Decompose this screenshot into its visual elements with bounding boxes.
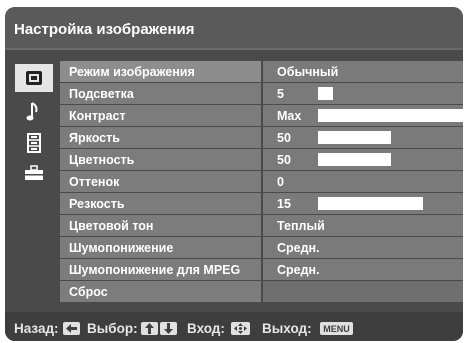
setting-value-row: 5 xyxy=(263,83,463,104)
settings-labels: Режим изображения Подсветка Контраст Ярк… xyxy=(60,61,261,303)
enter-hint-label: Вход: xyxy=(187,321,225,336)
level-bar xyxy=(318,153,391,166)
back-hint-label: Назад: xyxy=(14,321,59,336)
setting-label: Яркость xyxy=(69,131,120,145)
list-item[interactable]: Цветность xyxy=(60,149,261,170)
sidebar xyxy=(15,61,53,305)
setting-value-row: 50 xyxy=(263,127,463,148)
list-item[interactable]: Шумопонижение для MPEG xyxy=(60,259,261,280)
list-item[interactable]: Подсветка xyxy=(60,83,261,104)
tv-menu-screen: Настройка изображения Режим изображения … xyxy=(5,7,463,341)
level-bar xyxy=(318,197,423,210)
setting-value: Средн. xyxy=(277,263,320,277)
sidebar-item-sound[interactable] xyxy=(15,98,53,126)
select-hint-label: Выбор: xyxy=(87,321,138,336)
setting-value-row: 0 xyxy=(263,171,463,192)
list-item[interactable]: Яркость xyxy=(60,127,261,148)
up-arrow-key-icon xyxy=(141,322,158,335)
setting-label: Резкость xyxy=(69,197,125,211)
settings-values: Обычный 5 Max 50 50 0 15 Теплый Средн. С… xyxy=(263,61,463,303)
setting-value: Теплый xyxy=(277,219,325,233)
film-icon xyxy=(27,133,41,153)
list-item[interactable]: Резкость xyxy=(60,193,261,214)
toolbox-icon xyxy=(25,165,43,180)
setting-value-row: Обычный xyxy=(263,61,463,82)
down-arrow-key-icon xyxy=(160,322,177,335)
list-item[interactable]: Сброс xyxy=(60,281,261,302)
setting-value-row: Теплый xyxy=(263,215,463,236)
list-item[interactable]: Режим изображения xyxy=(60,61,261,82)
level-bar xyxy=(318,131,391,144)
page-title: Настройка изображения xyxy=(14,21,195,38)
level-bar xyxy=(318,87,333,100)
setting-label: Режим изображения xyxy=(69,65,195,79)
setting-value-row: Средн. xyxy=(263,259,463,280)
setting-value: 50 xyxy=(277,153,291,167)
left-arrow-key-icon xyxy=(63,322,80,335)
menu-key-icon: MENU xyxy=(320,322,353,335)
setting-value: 50 xyxy=(277,131,291,145)
setting-value-row xyxy=(263,281,463,302)
setting-value-row: Средн. xyxy=(263,237,463,258)
setting-label: Шумопонижение xyxy=(69,241,174,255)
setting-label: Шумопонижение для MPEG xyxy=(69,263,241,277)
setting-value: Средн. xyxy=(277,241,320,255)
list-item[interactable]: Цветовой тон xyxy=(60,215,261,236)
setting-label: Сброс xyxy=(69,285,108,299)
footer-help-bar: Назад: Выбор: Вход: Выход: MENU xyxy=(5,312,463,341)
music-note-icon xyxy=(26,102,38,121)
setting-value: 0 xyxy=(277,175,284,189)
list-item[interactable]: Контраст xyxy=(60,105,261,126)
setting-value: 5 xyxy=(277,87,284,101)
setting-label: Оттенок xyxy=(69,175,120,189)
setting-value-row: 50 xyxy=(263,149,463,170)
picture-icon xyxy=(26,71,42,85)
list-item[interactable]: Шумопонижение xyxy=(60,237,261,258)
sidebar-item-channels[interactable] xyxy=(15,129,53,157)
setting-value-row: 15 xyxy=(263,193,463,214)
setting-value-row: Max xyxy=(263,105,463,126)
sidebar-item-setup[interactable] xyxy=(15,159,53,187)
setting-label: Цветность xyxy=(69,153,135,167)
setting-value: Max xyxy=(277,109,302,123)
setting-value: Обычный xyxy=(277,65,339,79)
setting-label: Подсветка xyxy=(69,87,134,101)
enter-key-icon xyxy=(231,322,250,335)
list-item[interactable]: Оттенок xyxy=(60,171,261,192)
sidebar-item-picture[interactable] xyxy=(15,64,53,92)
title-bar: Настройка изображения xyxy=(5,7,463,50)
setting-label: Цветовой тон xyxy=(69,219,154,233)
menu-area: Режим изображения Подсветка Контраст Ярк… xyxy=(5,61,463,305)
setting-value: 15 xyxy=(277,197,291,211)
exit-hint-label: Выход: xyxy=(262,321,312,336)
level-bar xyxy=(318,109,463,122)
setting-label: Контраст xyxy=(69,109,126,123)
